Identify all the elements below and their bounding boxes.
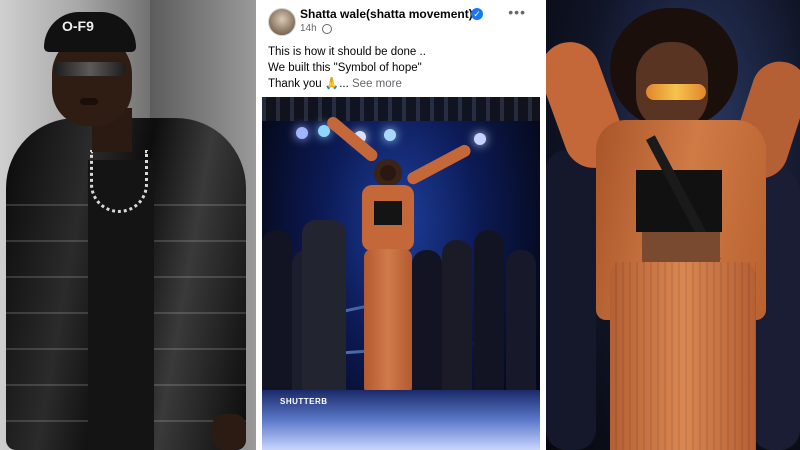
post-photo[interactable]: SHUTTERB [262,97,540,450]
performer-head [374,159,402,187]
cap-logo: O-F9 [62,18,94,34]
post-line-3: Thank you 🙏... See more [268,76,536,92]
stage-light [384,129,396,141]
more-options-icon[interactable]: ••• [508,4,526,20]
post-line-3-text: Thank you 🙏... [268,78,349,90]
performer-pants [364,249,412,395]
crowd-member [412,250,442,400]
crowd-member [506,250,536,400]
mouth [80,98,98,105]
photo-watermark: SHUTTERB [280,397,328,406]
stage-light [296,127,308,139]
post-time[interactable]: 14h [300,23,317,34]
hand [212,414,246,450]
facebook-post: Shatta wale(shatta movement) ✓ 14h ••• T… [262,0,540,450]
corduroy-texture [610,262,756,450]
crowd-member [262,230,292,400]
performer-right-arm [405,142,473,187]
midriff [642,232,720,262]
stage-light [474,133,486,145]
performer-left-arm [324,114,380,164]
crowd-member [302,220,346,400]
avatar[interactable] [268,8,296,36]
left-photo: O-F9 [0,0,256,450]
background-figure [546,150,596,450]
right-photo [546,0,800,450]
performer-top [374,201,402,225]
post-text: This is how it should be done .. We buil… [268,44,536,92]
sunglasses [54,62,126,76]
globe-icon [322,24,332,34]
author-name[interactable]: Shatta wale(shatta movement) [300,7,473,21]
chain-necklace [90,150,148,213]
post-line-1: This is how it should be done .. [268,46,426,58]
post-line-2: We built this "Symbol of hope" [268,62,422,74]
verified-badge-icon: ✓ [471,8,483,20]
crowd-member [442,240,472,400]
stage-truss [262,97,540,121]
orange-sunglasses [646,84,706,100]
see-more-link[interactable]: See more [352,78,402,90]
crowd-member [474,230,504,400]
post-header: Shatta wale(shatta movement) ✓ 14h ••• [262,0,540,40]
